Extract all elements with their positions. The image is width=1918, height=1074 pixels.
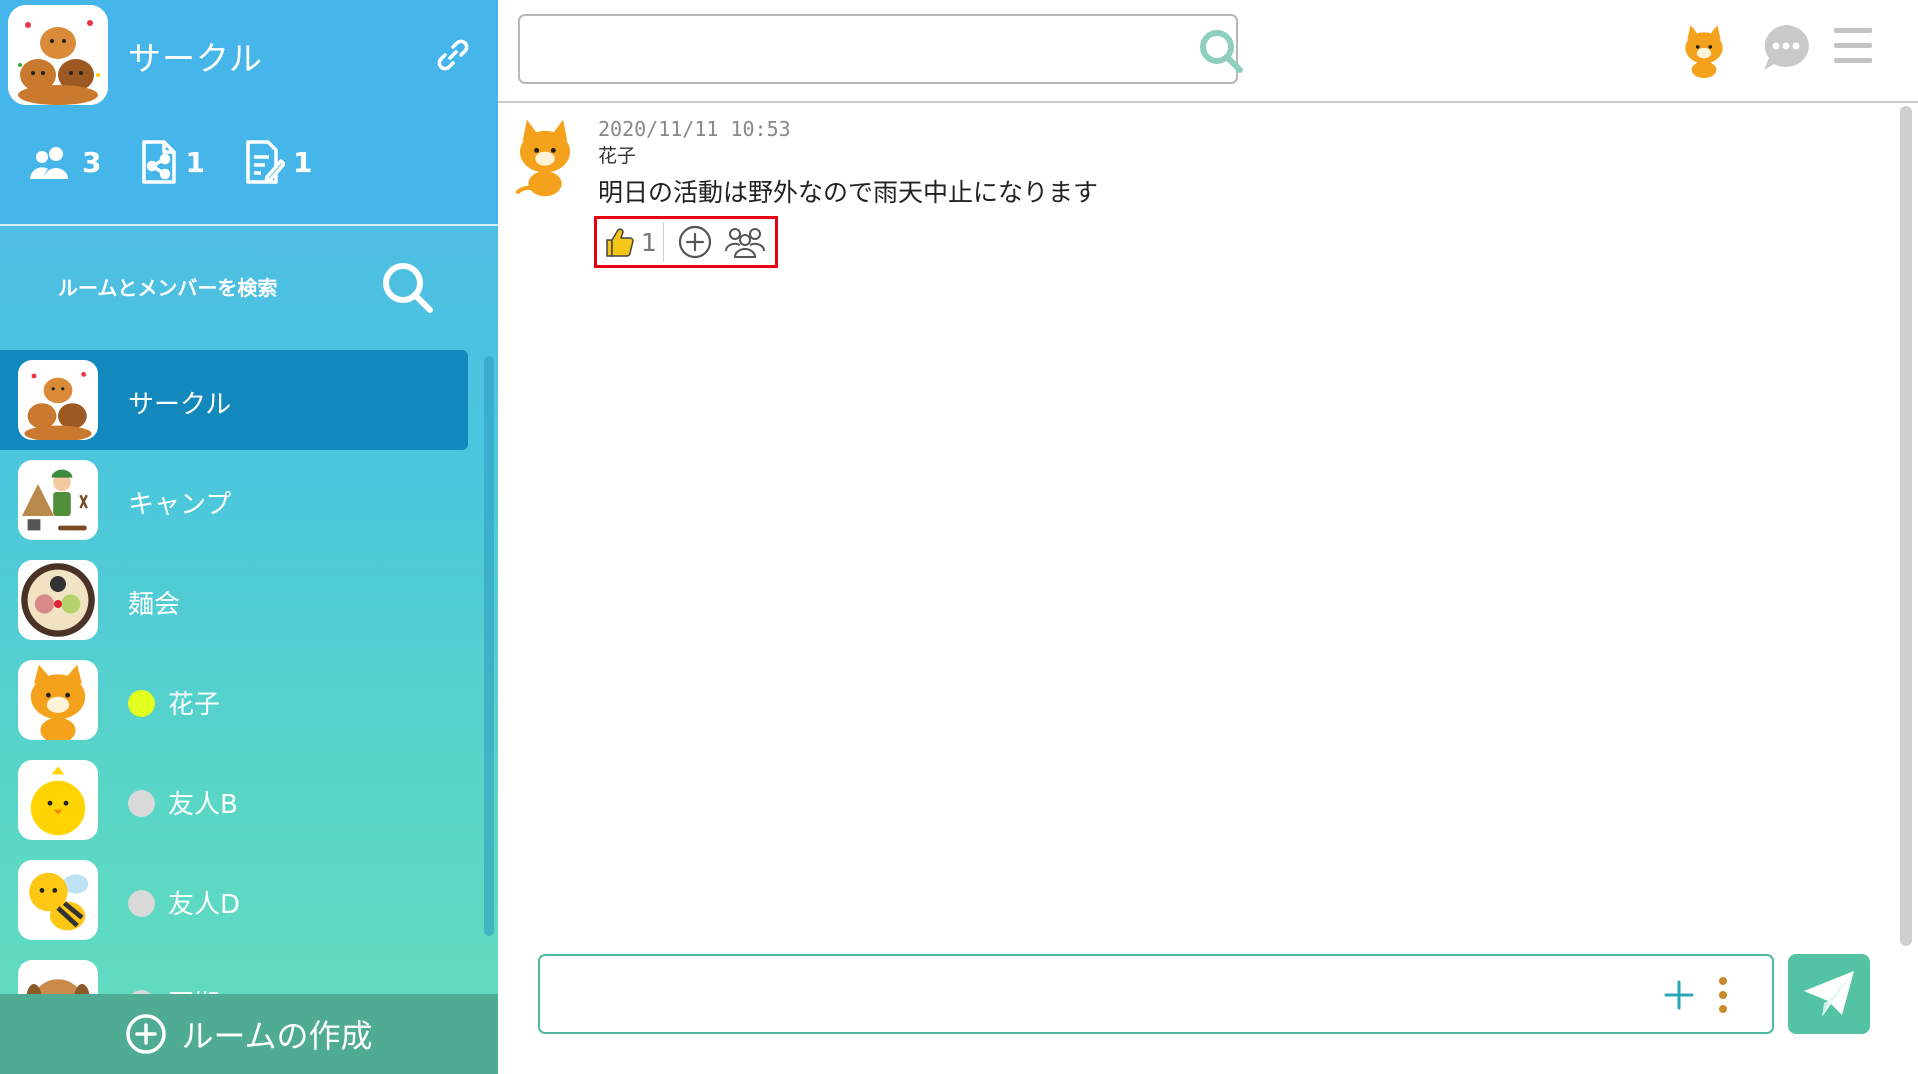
- message-search-box: [518, 14, 1243, 84]
- reaction-bar: 1: [594, 216, 778, 268]
- status-dot-offline: [128, 790, 155, 817]
- create-room-label: ルームの作成: [181, 1017, 373, 1055]
- sidebar-header: サークル 3 1 1: [0, 0, 498, 225]
- plus-circle-icon: [126, 1014, 167, 1054]
- sidebar: サークル 3 1 1 ルームとメンバーを検索 サークル キャンプ 麺会 花子 友…: [0, 0, 498, 1074]
- message-composer: [538, 954, 1774, 1034]
- message-search-input[interactable]: [536, 28, 1156, 72]
- message-text: 明日の活動は野外なので雨天中止になります: [598, 178, 1099, 207]
- dog-icon: [18, 960, 98, 994]
- share-file-icon: [142, 140, 177, 184]
- reacted-members-icon[interactable]: [724, 223, 766, 261]
- thumbs-up-reaction[interactable]: 1: [603, 222, 664, 262]
- ramen-icon: [18, 560, 98, 640]
- search-icon[interactable]: [380, 260, 436, 316]
- add-reaction-icon[interactable]: [676, 223, 714, 261]
- message-input[interactable]: [556, 970, 1636, 1020]
- room-item-hanako[interactable]: 花子: [0, 650, 468, 750]
- room-name: サークル: [128, 390, 232, 420]
- chat-bubble-icon[interactable]: [1760, 22, 1812, 74]
- dogs-group-icon: [18, 360, 98, 440]
- user-avatar-cat-icon[interactable]: [1678, 22, 1730, 78]
- more-options-icon[interactable]: [1714, 974, 1732, 1016]
- paper-plane-icon: [1804, 971, 1854, 1017]
- sidebar-scrollbar[interactable]: [484, 356, 494, 936]
- sidebar-divider: [0, 224, 498, 226]
- chat-scrollbar[interactable]: [1900, 106, 1912, 946]
- cat-icon: [18, 660, 98, 740]
- room-list: サークル キャンプ 麺会 花子 友人B 友人D: [0, 350, 498, 994]
- shared-files-stat[interactable]: 1: [141, 139, 205, 185]
- cat-avatar-icon[interactable]: [510, 117, 580, 199]
- search-icon[interactable]: [1196, 26, 1246, 76]
- members-icon: [30, 147, 68, 179]
- circle-stats: 3 1 1: [30, 136, 352, 188]
- circle-logo[interactable]: [8, 5, 108, 105]
- members-count: 3: [82, 145, 102, 179]
- top-bar: [498, 0, 1918, 103]
- status-dot-online: [128, 690, 155, 717]
- room-name: キャンプ: [128, 490, 232, 520]
- room-item-douki[interactable]: 同期: [0, 950, 468, 994]
- thumbs-up-icon: [606, 228, 634, 257]
- message-author[interactable]: 花子: [598, 141, 636, 168]
- send-button[interactable]: [1788, 954, 1870, 1034]
- room-item-camp[interactable]: キャンプ: [0, 450, 468, 550]
- room-member-search-label[interactable]: ルームとメンバーを検索: [58, 272, 277, 301]
- notes-count: 1: [292, 145, 313, 179]
- room-name: 麺会: [128, 590, 181, 620]
- note-edit-icon: [246, 140, 285, 184]
- create-room-button[interactable]: ルームの作成: [0, 994, 498, 1074]
- camp-icon: [18, 460, 98, 540]
- room-name: 友人D: [168, 890, 241, 920]
- message-list: 2020/11/11 10:53 花子 明日の活動は野外なので雨天中止になります…: [498, 105, 1898, 945]
- attach-plus-icon[interactable]: [1660, 976, 1698, 1014]
- status-dot-offline: [128, 890, 155, 917]
- reaction-count: 1: [641, 227, 657, 257]
- room-name: 同期: [168, 984, 220, 994]
- hamburger-menu-icon[interactable]: [1834, 26, 1872, 66]
- app-root: サークル 3 1 1 ルームとメンバーを検索 サークル キャンプ 麺会 花子 友…: [0, 0, 1918, 1074]
- room-item-friend-d[interactable]: 友人D: [0, 850, 468, 950]
- invite-link-icon[interactable]: [436, 38, 470, 72]
- room-item-ramen[interactable]: 麺会: [0, 550, 468, 650]
- notes-stat[interactable]: 1: [245, 139, 312, 185]
- message-timestamp: 2020/11/11 10:53: [598, 117, 791, 141]
- room-item-friend-b[interactable]: 友人B: [0, 750, 468, 850]
- members-stat[interactable]: 3: [30, 145, 101, 179]
- bee-icon: [18, 860, 98, 940]
- shared-files-count: 1: [185, 145, 205, 179]
- circle-title: サークル: [128, 39, 264, 78]
- chick-icon: [18, 760, 98, 840]
- room-item-circle[interactable]: サークル: [0, 350, 468, 450]
- room-name: 花子: [168, 690, 221, 720]
- room-name: 友人B: [168, 790, 238, 820]
